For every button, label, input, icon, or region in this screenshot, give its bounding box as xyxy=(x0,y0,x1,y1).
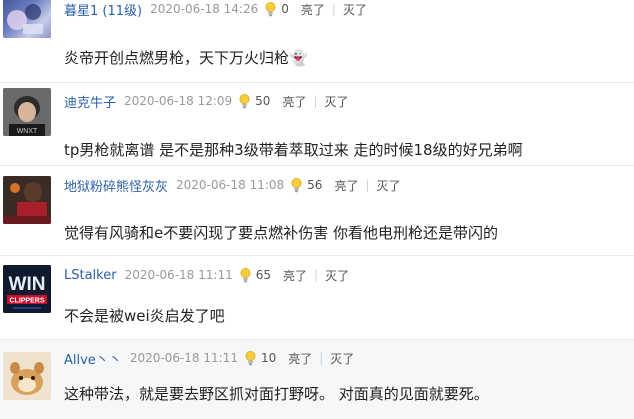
dislike-button[interactable]: 灭了 xyxy=(325,93,349,110)
comment-date: 2020-06-18 11:11 xyxy=(124,268,233,282)
like-count: 10 xyxy=(260,351,277,365)
lightbulb-icon[interactable] xyxy=(240,267,251,283)
comment-meta: 迪克牛子 2020-06-18 12:09 50 亮了 | 灭了 xyxy=(64,92,349,111)
avatar[interactable] xyxy=(3,352,51,400)
like-button[interactable]: 亮了 xyxy=(334,177,358,194)
avatar[interactable]: WNXT xyxy=(3,88,51,136)
avatar-text-top: WIN xyxy=(9,274,46,295)
comment-item: WNXT 迪克牛子 2020-06-18 12:09 50 亮了 | 灭了 tp… xyxy=(0,83,634,166)
divider: | xyxy=(319,351,324,365)
comment-date: 2020-06-18 14:26 xyxy=(150,2,259,16)
like-count: 56 xyxy=(307,178,323,192)
lightbulb-icon[interactable] xyxy=(265,1,276,17)
comment-meta: Allve丶丶 2020-06-18 11:11 10 亮了 | 灭了 xyxy=(64,349,354,368)
comment-text: 不会是被wei炎启发了吧 xyxy=(64,307,225,325)
svg-text:WNXT: WNXT xyxy=(17,128,38,135)
avatar[interactable] xyxy=(3,0,51,38)
avatar[interactable]: WIN CLIPPERS xyxy=(3,265,51,313)
comment-date: 2020-06-18 12:09 xyxy=(124,94,233,108)
username[interactable]: Allve丶丶 xyxy=(64,349,122,368)
lightbulb-icon[interactable] xyxy=(291,177,302,193)
comment-meta: LStalker 2020-06-18 11:11 65 亮了 | 灭了 xyxy=(64,266,349,284)
dislike-button[interactable]: 灭了 xyxy=(330,350,354,367)
dislike-button[interactable]: 灭了 xyxy=(343,1,367,18)
dislike-button[interactable]: 灭了 xyxy=(325,267,349,284)
comment-text: 炎帝开创点燃男枪，天下万火归枪👻 xyxy=(64,49,308,67)
divider: | xyxy=(365,178,370,192)
divider: | xyxy=(313,94,318,108)
like-button[interactable]: 亮了 xyxy=(288,350,312,367)
lightbulb-icon[interactable] xyxy=(239,93,250,109)
like-count: 65 xyxy=(255,268,271,282)
dislike-button[interactable]: 灭了 xyxy=(377,177,401,194)
username[interactable]: 地狱粉碎熊怪灰灰 xyxy=(64,176,168,195)
comment-text: tp男枪就离谱 是不是那种3级带着萃取过来 走的时候18级的好兄弟啊 xyxy=(64,141,523,159)
comment-text: 觉得有风骑和e不要闪现了要点燃补伤害 你看他电刑枪还是带闪的 xyxy=(64,224,498,242)
lightbulb-icon[interactable] xyxy=(245,350,256,366)
comment-meta: 地狱粉碎熊怪灰灰 2020-06-18 11:08 56 亮了 | 灭了 xyxy=(64,176,401,195)
comment-meta: 暮星1 (11级) 2020-06-18 14:26 0 亮了 | 灭了 xyxy=(64,0,367,19)
comment-item: 暮星1 (11级) 2020-06-18 14:26 0 亮了 | 灭了 炎帝开… xyxy=(0,0,634,83)
username[interactable]: LStalker xyxy=(64,268,117,283)
avatar-text-bottom: CLIPPERS xyxy=(9,298,44,305)
like-count: 0 xyxy=(281,2,289,16)
comment-date: 2020-06-18 11:08 xyxy=(176,178,285,192)
like-count: 50 xyxy=(255,94,271,108)
comment-item: WIN CLIPPERS LStalker 2020-06-18 11:11 6… xyxy=(0,256,634,340)
divider: | xyxy=(331,2,336,16)
username[interactable]: 暮星1 (11级) xyxy=(64,0,142,19)
like-button[interactable]: 亮了 xyxy=(282,93,306,110)
like-button[interactable]: 亮了 xyxy=(301,1,325,18)
like-button[interactable]: 亮了 xyxy=(283,267,307,284)
comment-item: Allve丶丶 2020-06-18 11:11 10 亮了 | 灭了 这种带法… xyxy=(0,340,634,419)
comment-item: 地狱粉碎熊怪灰灰 2020-06-18 11:08 56 亮了 | 灭了 觉得有… xyxy=(0,166,634,256)
username[interactable]: 迪克牛子 xyxy=(64,92,116,111)
avatar[interactable] xyxy=(3,176,51,224)
comment-date: 2020-06-18 11:11 xyxy=(129,351,238,365)
divider: | xyxy=(314,268,319,282)
comment-text: 这种带法，就是要去野区抓对面打野呀。 对面真的见面就要死。 xyxy=(64,385,489,403)
